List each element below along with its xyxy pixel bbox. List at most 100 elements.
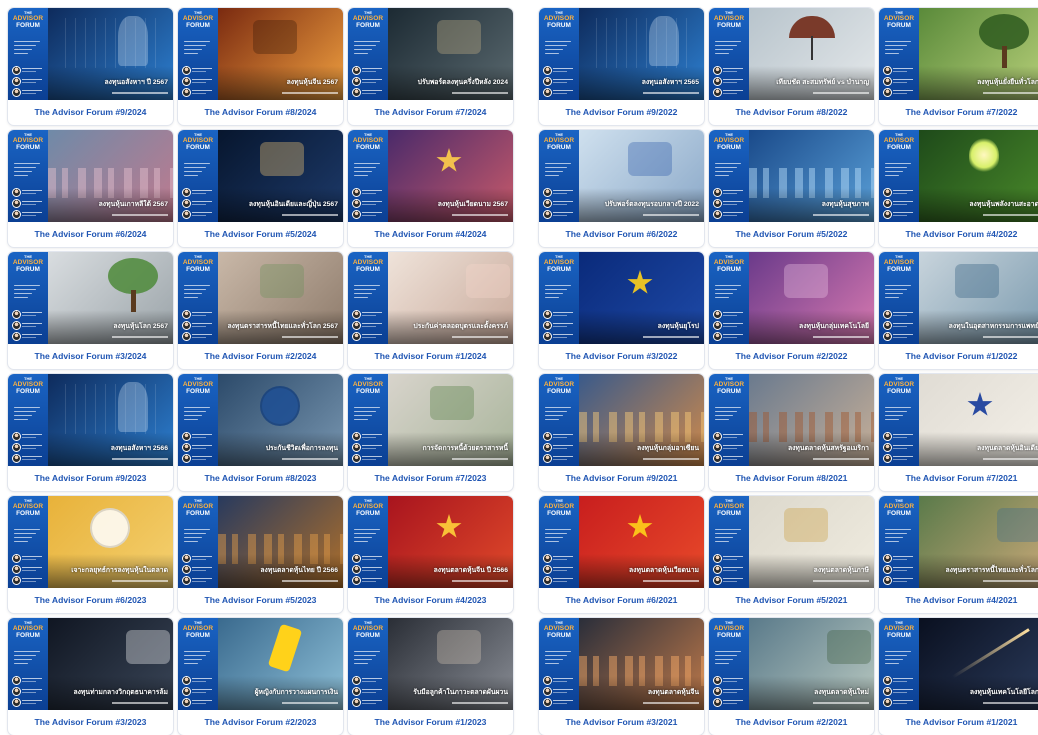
webinar-title-link[interactable]: The Advisor Forum #2/2023 [178,710,343,735]
webinar-thumbnail[interactable]: THE ADVISOR FORUM [8,374,173,466]
webinar-card[interactable]: THE ADVISOR FORUM [709,496,874,613]
webinar-title-link[interactable]: The Advisor Forum #7/2021 [879,466,1038,491]
webinar-thumbnail[interactable]: THE ADVISOR FORUM [539,618,704,710]
webinar-thumbnail[interactable]: THE ADVISOR FORUM [709,374,874,466]
webinar-thumbnail[interactable]: THE ADVISOR FORUM [178,252,343,344]
webinar-card[interactable]: THE ADVISOR FORUM [539,252,704,369]
webinar-title-link[interactable]: The Advisor Forum #9/2022 [539,100,704,125]
webinar-title-link[interactable]: The Advisor Forum #4/2022 [879,222,1038,247]
webinar-card[interactable]: THE ADVISOR FORUM [879,252,1038,369]
webinar-thumbnail[interactable]: THE ADVISOR FORUM [178,8,343,100]
webinar-card[interactable]: THE ADVISOR FORUM [8,374,173,491]
webinar-title-link[interactable]: The Advisor Forum #4/2024 [348,222,513,247]
webinar-thumbnail[interactable]: THE ADVISOR FORUM [539,252,704,344]
webinar-title-link[interactable]: The Advisor Forum #6/2024 [8,222,173,247]
webinar-title-link[interactable]: The Advisor Forum #9/2021 [539,466,704,491]
webinar-title-link[interactable]: The Advisor Forum #4/2021 [879,588,1038,613]
webinar-card[interactable]: THE ADVISOR FORUM [8,130,173,247]
webinar-title-link[interactable]: The Advisor Forum #8/2024 [178,100,343,125]
webinar-title-link[interactable]: The Advisor Forum #7/2023 [348,466,513,491]
webinar-title-link[interactable]: The Advisor Forum #8/2023 [178,466,343,491]
webinar-title-link[interactable]: The Advisor Forum #6/2022 [539,222,704,247]
webinar-thumbnail[interactable]: THE ADVISOR FORUM [348,130,513,222]
webinar-thumbnail[interactable]: THE ADVISOR FORUM [539,130,704,222]
webinar-title-link[interactable]: The Advisor Forum #9/2024 [8,100,173,125]
webinar-card[interactable]: THE ADVISOR FORUM [709,130,874,247]
webinar-card[interactable]: THE ADVISOR FORUM [709,8,874,125]
webinar-title-link[interactable]: The Advisor Forum #5/2023 [178,588,343,613]
webinar-title-link[interactable]: The Advisor Forum #1/2024 [348,344,513,369]
webinar-thumbnail[interactable]: THE ADVISOR FORUM [709,496,874,588]
webinar-card[interactable]: THE ADVISOR FORUM [178,130,343,247]
webinar-thumbnail[interactable]: THE ADVISOR FORUM [348,496,513,588]
webinar-thumbnail[interactable]: THE ADVISOR FORUM [8,496,173,588]
webinar-card[interactable]: THE ADVISOR FORUM [348,130,513,247]
webinar-title-link[interactable]: The Advisor Forum #5/2022 [709,222,874,247]
webinar-card[interactable]: THE ADVISOR FORUM [539,374,704,491]
webinar-thumbnail[interactable]: THE ADVISOR FORUM [539,8,704,100]
webinar-title-link[interactable]: The Advisor Forum #1/2022 [879,344,1038,369]
webinar-thumbnail[interactable]: THE ADVISOR FORUM [8,130,173,222]
webinar-thumbnail[interactable]: THE ADVISOR FORUM [178,618,343,710]
webinar-card[interactable]: THE ADVISOR FORUM [709,618,874,735]
webinar-thumbnail[interactable]: THE ADVISOR FORUM [178,130,343,222]
webinar-card[interactable]: THE ADVISOR FORUM [8,8,173,125]
webinar-title-link[interactable]: The Advisor Forum #9/2023 [8,466,173,491]
webinar-thumbnail[interactable]: THE ADVISOR FORUM [348,374,513,466]
webinar-card[interactable]: THE ADVISOR FORUM [178,496,343,613]
webinar-thumbnail[interactable]: THE ADVISOR FORUM [8,618,173,710]
webinar-thumbnail[interactable]: THE ADVISOR FORUM [709,8,874,100]
webinar-thumbnail[interactable]: THE ADVISOR FORUM [879,496,1038,588]
webinar-card[interactable]: THE ADVISOR FORUM [709,374,874,491]
webinar-card[interactable]: THE ADVISOR FORUM [879,130,1038,247]
webinar-thumbnail[interactable]: THE ADVISOR FORUM [348,618,513,710]
webinar-title-link[interactable]: The Advisor Forum #3/2021 [539,710,704,735]
webinar-card[interactable]: THE ADVISOR FORUM [348,8,513,125]
webinar-thumbnail[interactable]: THE ADVISOR FORUM [178,374,343,466]
webinar-thumbnail[interactable]: THE ADVISOR FORUM [709,618,874,710]
webinar-title-link[interactable]: The Advisor Forum #2/2024 [178,344,343,369]
webinar-thumbnail[interactable]: THE ADVISOR FORUM [348,252,513,344]
webinar-card[interactable]: THE ADVISOR FORUM [879,618,1038,735]
webinar-thumbnail[interactable]: THE ADVISOR FORUM [879,130,1038,222]
webinar-thumbnail[interactable]: THE ADVISOR FORUM [539,374,704,466]
webinar-card[interactable]: THE ADVISOR FORUM [348,374,513,491]
webinar-title-link[interactable]: The Advisor Forum #8/2022 [709,100,874,125]
webinar-card[interactable]: THE ADVISOR FORUM [178,618,343,735]
webinar-title-link[interactable]: The Advisor Forum #4/2023 [348,588,513,613]
webinar-thumbnail[interactable]: THE ADVISOR FORUM [709,130,874,222]
webinar-card[interactable]: THE ADVISOR FORUM [178,8,343,125]
webinar-title-link[interactable]: The Advisor Forum #3/2024 [8,344,173,369]
webinar-title-link[interactable]: The Advisor Forum #6/2023 [8,588,173,613]
webinar-thumbnail[interactable]: THE ADVISOR FORUM [879,374,1038,466]
webinar-card[interactable]: THE ADVISOR FORUM [178,374,343,491]
webinar-thumbnail[interactable]: THE ADVISOR FORUM [8,8,173,100]
webinar-title-link[interactable]: The Advisor Forum #6/2021 [539,588,704,613]
webinar-title-link[interactable]: The Advisor Forum #5/2021 [709,588,874,613]
webinar-thumbnail[interactable]: THE ADVISOR FORUM [709,252,874,344]
webinar-title-link[interactable]: The Advisor Forum #7/2024 [348,100,513,125]
webinar-card[interactable]: THE ADVISOR FORUM [709,252,874,369]
webinar-title-link[interactable]: The Advisor Forum #2/2022 [709,344,874,369]
webinar-title-link[interactable]: The Advisor Forum #3/2023 [8,710,173,735]
webinar-title-link[interactable]: The Advisor Forum #7/2022 [879,100,1038,125]
webinar-title-link[interactable]: The Advisor Forum #8/2021 [709,466,874,491]
webinar-card[interactable]: THE ADVISOR FORUM [178,252,343,369]
webinar-card[interactable]: THE ADVISOR FORUM [348,496,513,613]
webinar-thumbnail[interactable]: THE ADVISOR FORUM [879,252,1038,344]
webinar-card[interactable]: THE ADVISOR FORUM [879,8,1038,125]
webinar-title-link[interactable]: The Advisor Forum #3/2022 [539,344,704,369]
webinar-card[interactable]: THE ADVISOR FORUM [539,8,704,125]
webinar-card[interactable]: THE ADVISOR FORUM [348,252,513,369]
webinar-card[interactable]: THE ADVISOR FORUM [8,252,173,369]
webinar-card[interactable]: THE ADVISOR FORUM [879,374,1038,491]
webinar-title-link[interactable]: The Advisor Forum #1/2021 [879,710,1038,735]
webinar-thumbnail[interactable]: THE ADVISOR FORUM [879,618,1038,710]
webinar-card[interactable]: THE ADVISOR FORUM [8,618,173,735]
webinar-card[interactable]: THE ADVISOR FORUM [539,130,704,247]
webinar-card[interactable]: THE ADVISOR FORUM [539,496,704,613]
webinar-title-link[interactable]: The Advisor Forum #2/2021 [709,710,874,735]
webinar-card[interactable]: THE ADVISOR FORUM [539,618,704,735]
webinar-card[interactable]: THE ADVISOR FORUM [879,496,1038,613]
webinar-card[interactable]: THE ADVISOR FORUM [8,496,173,613]
